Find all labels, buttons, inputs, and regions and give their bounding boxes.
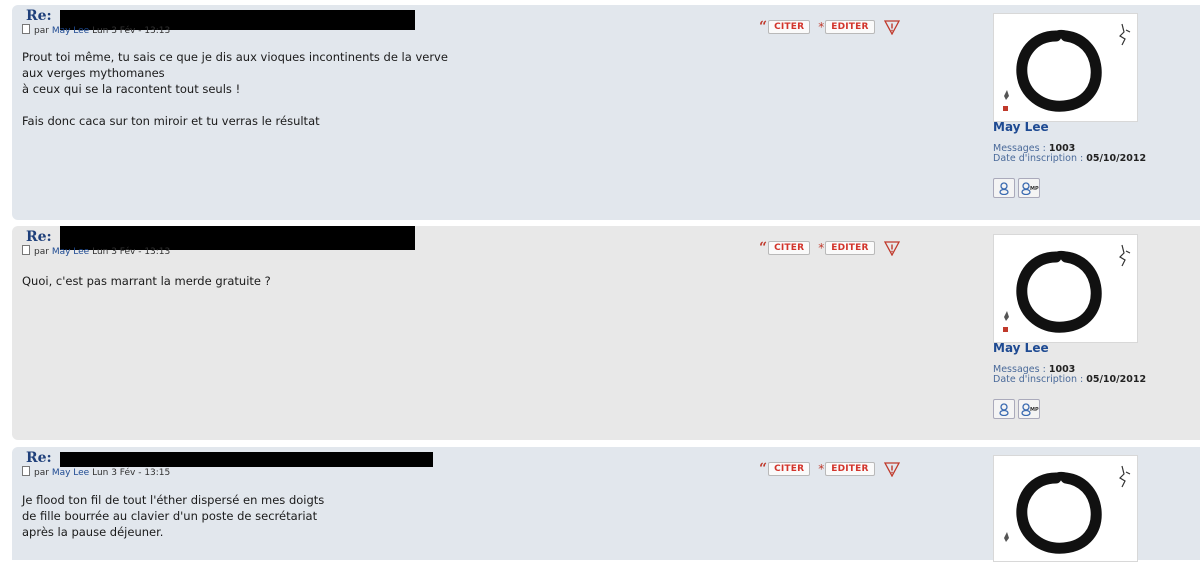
forum-post: Re: par May Lee Lun 3 Fév - 13:13 Prout …	[12, 5, 1200, 220]
edit-button[interactable]: * EDITER	[818, 20, 875, 34]
forum-post: Re: par May Lee Lun 3 Fév - 13:13 Quoi, …	[12, 226, 1200, 440]
author-name[interactable]: May Lee	[993, 120, 1049, 134]
post-title-prefix: Re:	[26, 229, 52, 245]
edit-button-label: EDITER	[825, 241, 875, 255]
report-warning-icon[interactable]	[883, 461, 901, 477]
edit-button-label: EDITER	[825, 20, 875, 34]
profile-buttons: MP	[993, 399, 1043, 419]
post-actions: “ CITER * EDITER	[759, 240, 901, 256]
edit-button[interactable]: * EDITER	[818, 462, 875, 476]
document-icon	[22, 245, 30, 255]
forum-post: Re: par May Lee Lun 3 Fév - 13:15 Je flo…	[12, 447, 1200, 562]
profile-button[interactable]	[993, 178, 1015, 198]
joined-date: 05/10/2012	[1086, 374, 1147, 385]
avatar[interactable]	[993, 13, 1138, 122]
private-message-label: MP	[1030, 186, 1039, 192]
profile-icon	[999, 402, 1009, 416]
profile-button[interactable]	[993, 399, 1015, 419]
quote-button[interactable]: “ CITER	[759, 461, 811, 477]
report-warning-icon[interactable]	[883, 240, 901, 256]
meta-by-label: par	[34, 247, 49, 257]
post-body: Je flood ton fil de tout l'éther dispers…	[22, 493, 325, 539]
joined-label: Date d'inscription	[993, 374, 1077, 385]
document-icon	[22, 466, 30, 476]
quote-button-label: CITER	[768, 462, 811, 476]
private-message-label: MP	[1030, 407, 1039, 413]
meta-author-link[interactable]: May Lee	[52, 247, 89, 257]
post-body: Prout toi même, tu sais ce que je dis au…	[22, 50, 448, 128]
edit-icon: *	[818, 241, 825, 255]
post-actions: “ CITER * EDITER	[759, 19, 901, 35]
post-date: Lun 3 Fév - 13:13	[92, 26, 171, 36]
edit-icon: *	[818, 462, 825, 476]
enso-avatar	[1004, 465, 1131, 554]
quote-button-label: CITER	[768, 20, 811, 34]
post-meta: par May Lee Lun 3 Fév - 13:13	[22, 245, 170, 257]
joined-label: Date d'inscription	[993, 153, 1077, 164]
author-stats: Messages : 1003 Date d'inscription : 05/…	[993, 364, 1147, 385]
report-warning-icon[interactable]	[883, 19, 901, 35]
meta-author-link[interactable]: May Lee	[52, 26, 89, 36]
meta-by-label: par	[34, 468, 49, 478]
post-title: Re:	[22, 450, 52, 466]
quote-button[interactable]: “ CITER	[759, 240, 811, 256]
avatar[interactable]	[993, 234, 1138, 343]
post-title: Re:	[22, 229, 52, 245]
enso-avatar	[1003, 23, 1131, 112]
author-name[interactable]: May Lee	[993, 341, 1049, 355]
post-title-prefix: Re:	[26, 450, 52, 466]
edit-icon: *	[818, 20, 825, 34]
post-meta: par May Lee Lun 3 Fév - 13:15	[22, 466, 170, 478]
edit-button-label: EDITER	[825, 462, 875, 476]
author-stats: Messages : 1003 Date d'inscription : 05/…	[993, 143, 1147, 164]
meta-author-link[interactable]: May Lee	[52, 468, 89, 478]
document-icon	[22, 24, 30, 34]
quote-icon: “	[759, 240, 768, 256]
private-message-button[interactable]: MP	[1018, 178, 1040, 198]
quote-icon: “	[759, 461, 768, 477]
profile-icon	[999, 181, 1009, 195]
post-body: Quoi, c'est pas marrant la merde gratuit…	[22, 274, 271, 288]
quote-icon: “	[759, 19, 768, 35]
avatar[interactable]	[993, 455, 1138, 562]
post-meta: par May Lee Lun 3 Fév - 13:13	[22, 24, 170, 36]
quote-button-label: CITER	[768, 241, 811, 255]
private-message-button[interactable]: MP	[1018, 399, 1040, 419]
profile-buttons: MP	[993, 178, 1043, 198]
meta-by-label: par	[34, 26, 49, 36]
edit-button[interactable]: * EDITER	[818, 241, 875, 255]
post-date: Lun 3 Fév - 13:15	[92, 468, 171, 478]
enso-avatar	[1003, 244, 1131, 333]
post-title-prefix: Re:	[26, 8, 52, 24]
post-title: Re:	[22, 8, 52, 24]
joined-date: 05/10/2012	[1086, 153, 1147, 164]
post-date: Lun 3 Fév - 13:13	[92, 247, 171, 257]
post-actions: “ CITER * EDITER	[759, 461, 901, 477]
redacted-title	[60, 452, 433, 467]
quote-button[interactable]: “ CITER	[759, 19, 811, 35]
